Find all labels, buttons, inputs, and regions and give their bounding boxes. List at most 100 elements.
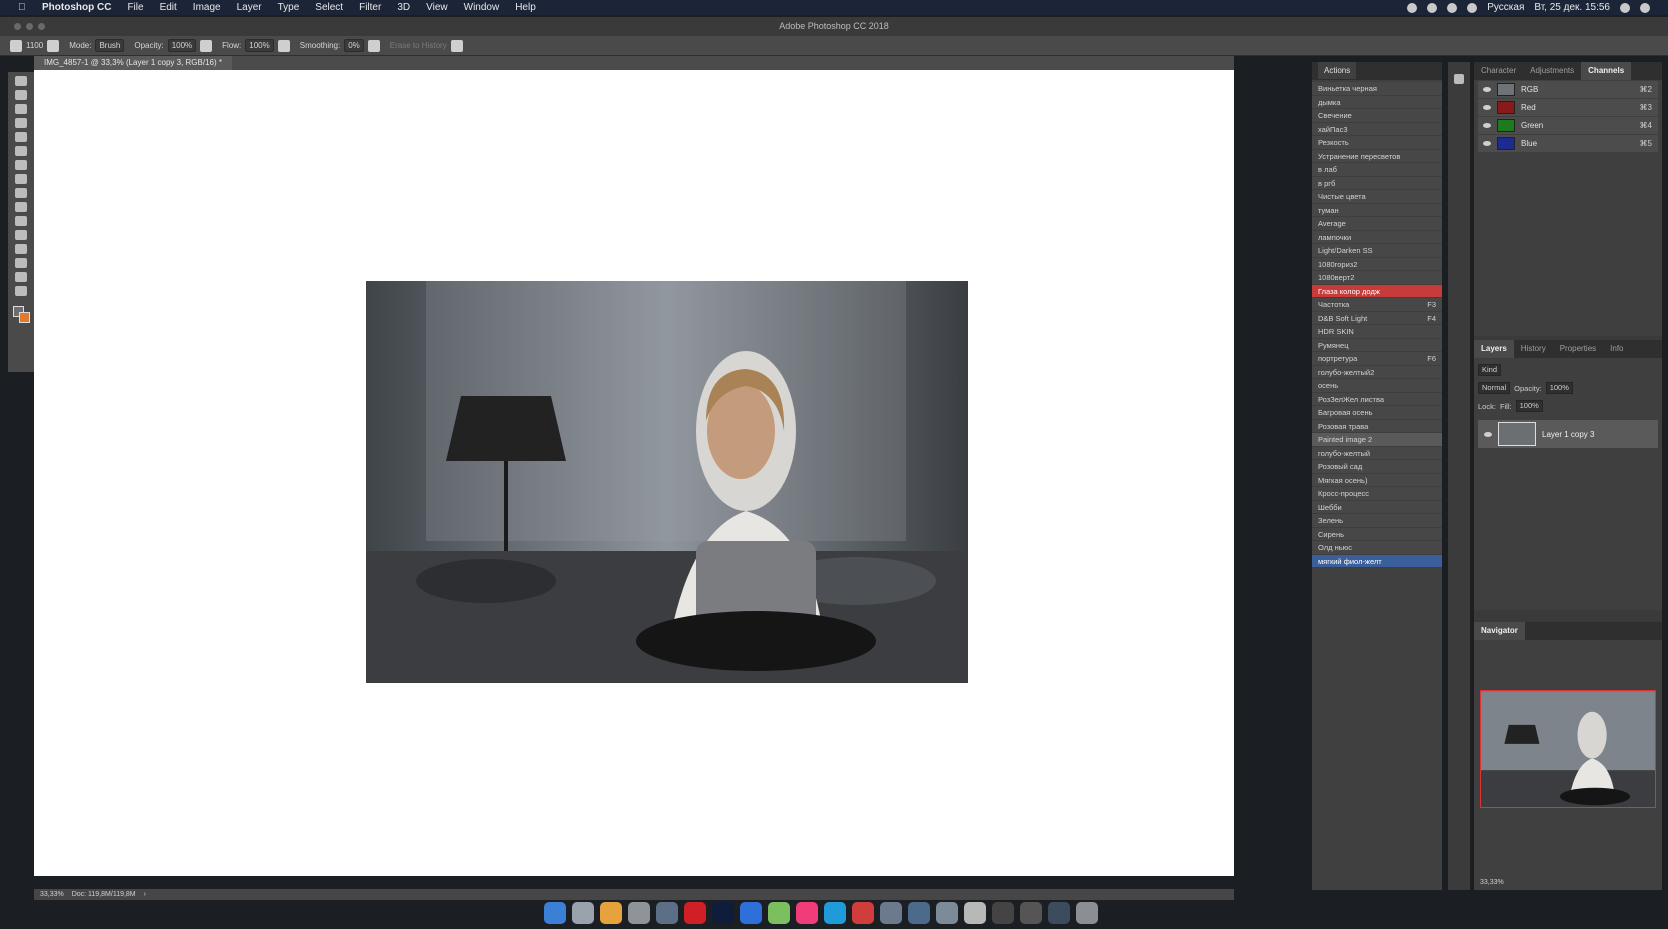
siri-icon[interactable] [1640, 2, 1650, 13]
action-item[interactable]: голубо-желтый [1312, 446, 1442, 460]
type-tool-icon[interactable] [15, 286, 27, 296]
menu-layer[interactable]: Layer [237, 2, 262, 13]
web-icon[interactable] [824, 901, 846, 924]
utility-icon[interactable] [880, 901, 902, 924]
close-window-button[interactable] [14, 23, 21, 30]
action-item[interactable]: в ргб [1312, 176, 1442, 190]
action-item[interactable]: Light/Darken SS [1312, 244, 1442, 258]
layer-opacity-field[interactable]: 100% [1545, 382, 1573, 394]
action-item[interactable]: Мягкая осень) [1312, 473, 1442, 487]
screenshot-icon[interactable] [908, 901, 930, 924]
layer-name[interactable]: Layer 1 copy 3 [1542, 430, 1594, 439]
action-item[interactable]: 1080гориз2 [1312, 257, 1442, 271]
minimize-window-button[interactable] [26, 23, 33, 30]
action-item[interactable]: Average [1312, 217, 1442, 231]
apple-icon[interactable]:  [18, 2, 34, 13]
brush-tool-icon[interactable] [15, 160, 27, 170]
blend-mode-select[interactable]: Normal [1478, 382, 1511, 394]
wifi-icon[interactable] [1447, 2, 1458, 13]
layer-filter-kind[interactable]: Kind [1478, 364, 1502, 376]
music-icon[interactable] [796, 901, 818, 924]
gear-icon[interactable] [367, 39, 380, 52]
document-tab[interactable]: IMG_4857-1 @ 33,3% (Layer 1 copy 3, RGB/… [34, 56, 232, 70]
launchpad-icon[interactable] [572, 901, 594, 924]
menu-view[interactable]: View [426, 2, 448, 13]
marquee-tool-icon[interactable] [15, 76, 27, 86]
tab-layers[interactable]: Layers [1474, 340, 1514, 358]
eye-icon[interactable] [1484, 431, 1492, 437]
menu-edit[interactable]: Edit [160, 2, 177, 13]
photos-icon[interactable] [600, 901, 622, 924]
tab-navigator[interactable]: Navigator [1474, 622, 1525, 640]
clone-stamp-tool-icon[interactable] [15, 188, 27, 198]
channel-row-red[interactable]: Red ⌘3 [1478, 99, 1658, 116]
action-item[interactable]: Виньетка черная [1312, 82, 1442, 96]
tab-channels[interactable]: Channels [1581, 62, 1632, 80]
eraser-tool-icon[interactable] [10, 39, 22, 52]
doc-size[interactable]: Doc: 119,8M/119,8M [72, 891, 136, 898]
action-item[interactable]: Румянец [1312, 338, 1442, 352]
sync-icon[interactable] [1427, 2, 1438, 13]
tab-info[interactable]: Info [1603, 340, 1630, 358]
smoothing-field[interactable]: 0% [344, 39, 364, 52]
action-item[interactable]: дымка [1312, 95, 1442, 109]
action-item[interactable]: хайПас3 [1312, 122, 1442, 136]
lasso-tool-icon[interactable] [15, 90, 27, 100]
action-item[interactable]: Painted image 2 [1312, 433, 1442, 447]
action-item[interactable]: Розовая трава [1312, 419, 1442, 433]
menu-image[interactable]: Image [193, 2, 221, 13]
navigator-preview[interactable] [1480, 690, 1656, 808]
action-item[interactable]: лампочки [1312, 230, 1442, 244]
tab-adjustments[interactable]: Adjustments [1523, 62, 1581, 80]
search-icon[interactable] [1620, 2, 1630, 13]
app-store-icon[interactable] [656, 901, 678, 924]
brush-settings-icon[interactable] [1454, 74, 1464, 84]
menu-3d[interactable]: 3D [397, 2, 410, 13]
sponge-tool-icon[interactable] [15, 258, 27, 268]
zoom-tool-icon[interactable] [15, 272, 27, 282]
action-item[interactable]: HDR SKIN [1312, 325, 1442, 339]
healing-brush-tool-icon[interactable] [15, 146, 27, 156]
image-stack-icon[interactable] [992, 901, 1014, 924]
action-item[interactable]: Чистые цвета [1312, 190, 1442, 204]
eye-icon[interactable] [1483, 141, 1491, 146]
background-color-swatch[interactable] [19, 312, 30, 323]
canvas-area[interactable] [34, 70, 1234, 876]
brush-panel-icon[interactable] [47, 39, 60, 52]
tab-character[interactable]: Character [1474, 62, 1523, 80]
action-item[interactable]: Шебби [1312, 500, 1442, 514]
action-item[interactable]: Устранение пересветов [1312, 149, 1442, 163]
menu-help[interactable]: Help [515, 2, 536, 13]
zoom-window-button[interactable] [38, 23, 45, 30]
document-photo[interactable] [366, 281, 968, 683]
channel-row-blue[interactable]: Blue ⌘5 [1478, 135, 1658, 152]
action-item[interactable]: туман [1312, 203, 1442, 217]
crop-tool-icon[interactable] [15, 104, 27, 114]
channel-row-rgb[interactable]: RGB ⌘2 [1478, 81, 1658, 98]
tab-history[interactable]: History [1514, 340, 1553, 358]
opacity-field[interactable]: 100% [167, 39, 197, 52]
action-item[interactable]: Свечение [1312, 109, 1442, 123]
navigator-zoom[interactable]: 33,33% [1480, 879, 1504, 886]
zoom-level[interactable]: 33,33% [40, 891, 64, 898]
action-item[interactable]: РозЗелЖел листва [1312, 392, 1442, 406]
menu-select[interactable]: Select [315, 2, 343, 13]
menu-filter[interactable]: Filter [359, 2, 381, 13]
clock[interactable]: Вт, 25 дек. 15:56 [1534, 2, 1610, 13]
pressure-opacity-icon[interactable] [200, 39, 213, 52]
volume-icon[interactable] [1467, 2, 1478, 13]
acrobat-icon[interactable] [852, 901, 874, 924]
gradient-tool-icon[interactable] [15, 216, 27, 226]
folder-icon[interactable] [936, 901, 958, 924]
action-item[interactable]: Олд ньюс [1312, 541, 1442, 555]
input-language[interactable]: Русская [1487, 2, 1524, 13]
eyedropper-tool-icon[interactable] [15, 118, 27, 128]
grid-icon[interactable] [1020, 901, 1042, 924]
system-preferences-icon[interactable] [628, 901, 650, 924]
mixer-brush-tool-icon[interactable] [15, 174, 27, 184]
spot-healing-tool-icon[interactable] [15, 132, 27, 142]
action-item[interactable]: Глаза колор додж [1312, 284, 1442, 298]
action-item[interactable]: Розовый сад [1312, 460, 1442, 474]
paint-bucket-tool-icon[interactable] [15, 230, 27, 240]
downloads-icon[interactable] [1048, 901, 1070, 924]
